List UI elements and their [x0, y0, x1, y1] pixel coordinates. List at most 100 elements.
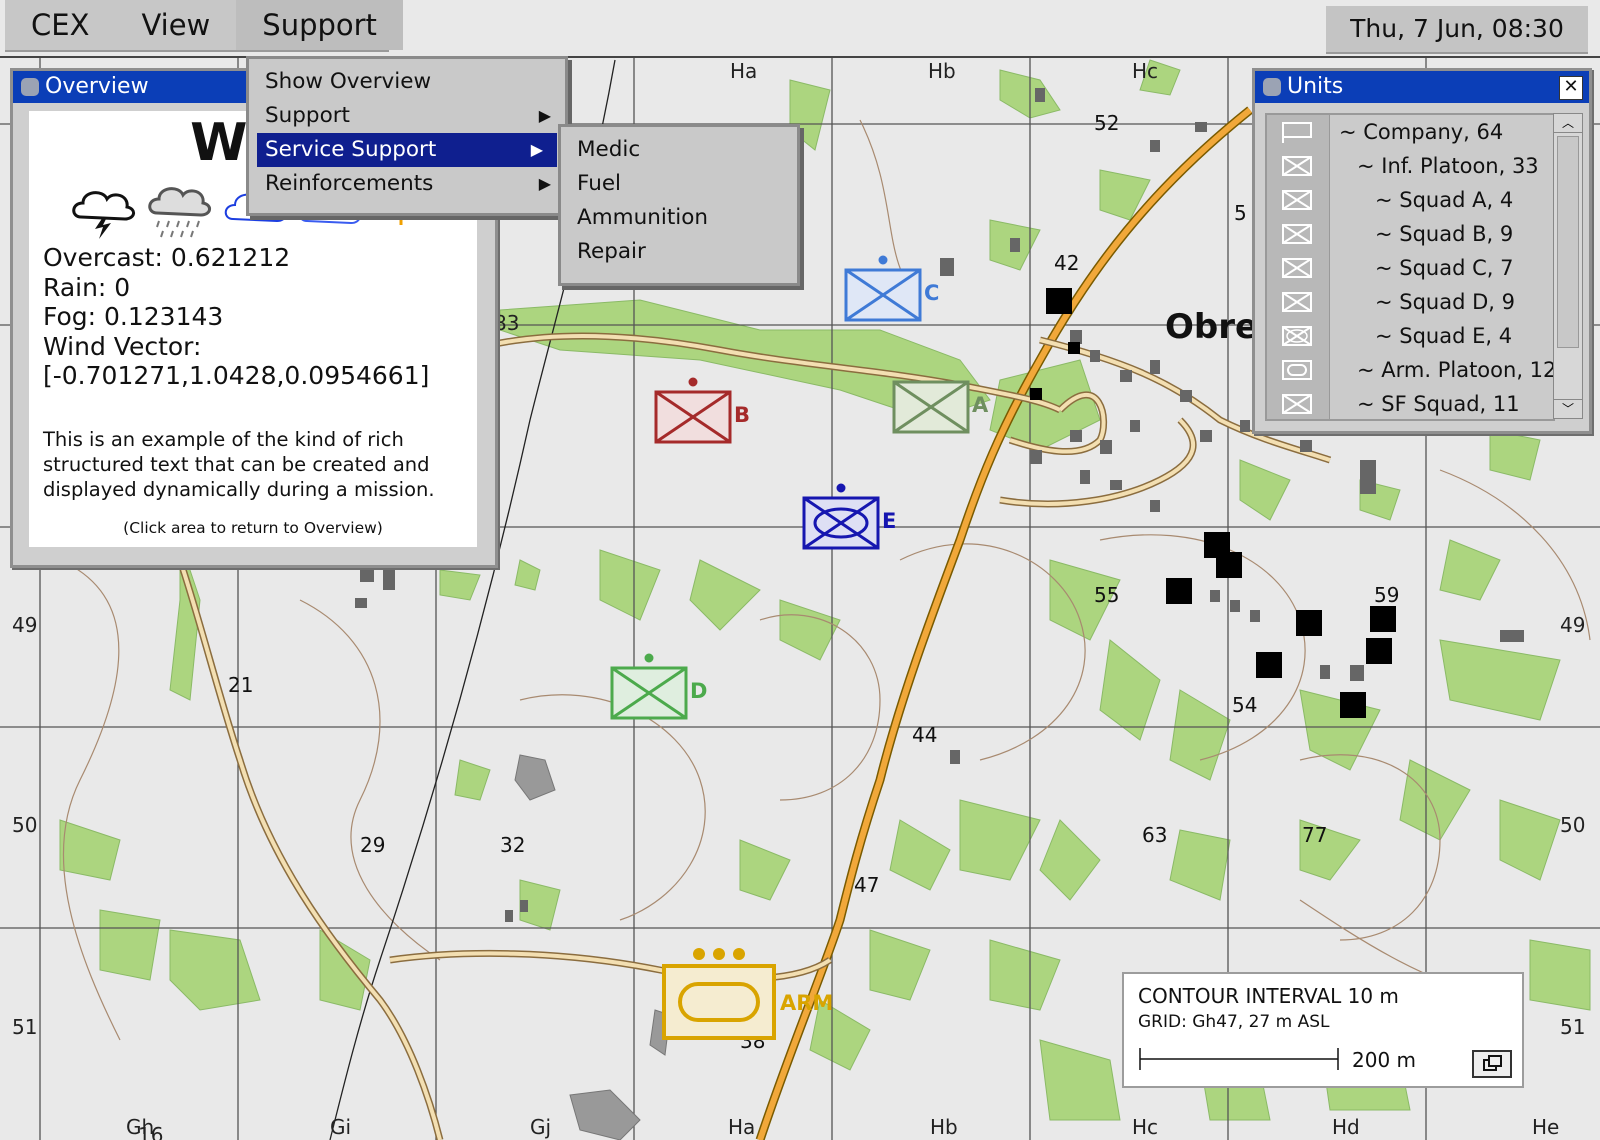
town-label: Obre: [1165, 307, 1258, 347]
menu-view[interactable]: View: [115, 0, 236, 50]
elev-29: 29: [360, 833, 385, 857]
submenu-arrow-icon: ▶: [538, 106, 551, 125]
mech-infantry-icon: [1282, 326, 1312, 346]
scroll-thumb[interactable]: [1557, 136, 1579, 348]
grid-label-bottom-hc: Hc: [1132, 1115, 1158, 1139]
restore-icon[interactable]: [1472, 1050, 1512, 1078]
elev-59: 59: [1374, 583, 1399, 607]
menu-support[interactable]: Support: [236, 0, 403, 50]
unit-row[interactable]: ~ Squad D, 9: [1267, 285, 1553, 319]
support-dropdown: Show Overview Support ▶ Service Support ▶ …: [246, 56, 568, 216]
overview-description: This is an example of the kind of rich s…: [43, 428, 435, 501]
rain-icon: [148, 187, 211, 238]
scale-bar: [1139, 1048, 1339, 1070]
grid-label-top-ha: Ha: [730, 59, 757, 83]
unit-row[interactable]: ~ Arm. Platoon, 12: [1267, 353, 1557, 387]
service-support-submenu: Medic Fuel Ammunition Repair: [558, 124, 800, 286]
menu-item-label: Reinforcements: [265, 171, 434, 196]
grid-label-bottom-hb: Hb: [930, 1115, 958, 1139]
unit-label: ~ Squad E, 4: [1375, 324, 1513, 348]
close-icon[interactable]: ✕: [1559, 76, 1583, 100]
menu-item-ammunition[interactable]: Ammunition: [561, 201, 797, 235]
unit-label: ~ Squad C, 7: [1375, 256, 1514, 280]
window-menu-icon[interactable]: [1263, 78, 1281, 96]
menu-item-label: Show Overview: [265, 69, 432, 94]
menu-cex[interactable]: CEX: [5, 0, 115, 50]
units-window: Units ✕ ~ Company, 64 ~ Inf. Platoon, 33 ~…: [1252, 68, 1592, 434]
menu-item-service-support[interactable]: Service Support ▶: [257, 133, 557, 167]
elev-47: 47: [854, 873, 879, 897]
menubar: CEX View Support: [5, 0, 403, 52]
clock-display: Thu, 7 Jun, 08:30: [1326, 6, 1588, 54]
thunderstorm-icon: [72, 191, 135, 239]
svg-text:B: B: [734, 403, 750, 427]
unit-label: ~ Squad A, 4: [1375, 188, 1514, 212]
grid-label-bottom-hd: Hd: [1332, 1115, 1360, 1139]
unit-row[interactable]: ~ SF Squad, 11: [1267, 387, 1553, 421]
units-titlebar[interactable]: Units ✕: [1255, 71, 1589, 103]
elev-63: 63: [1142, 823, 1167, 847]
stray-label-16: 16: [138, 1123, 163, 1140]
svg-text:A: A: [972, 393, 989, 417]
grid-label-bottom-he: He: [1532, 1115, 1559, 1139]
overview-title: Overview: [45, 74, 149, 99]
menu-item-label: Support: [265, 103, 350, 128]
menu-item-fuel[interactable]: Fuel: [561, 167, 797, 201]
menu-item-show-overview[interactable]: Show Overview: [249, 65, 565, 99]
unit-row[interactable]: ~ Squad E, 4: [1267, 319, 1553, 353]
weather-stats: Overcast: 0.621212 Rain: 0 Fog: 0.123143…: [43, 243, 429, 391]
menu-item-label: Service Support: [265, 137, 437, 162]
infantry-icon: [1282, 190, 1312, 210]
elev-52: 52: [1094, 111, 1119, 135]
infantry-icon: [1282, 156, 1312, 176]
grid-label-left-50: 50: [12, 813, 37, 837]
scale-label: 200 m: [1352, 1048, 1417, 1072]
svg-text:C: C: [924, 281, 939, 305]
menu-item-reinforcements[interactable]: Reinforcements ▶: [249, 167, 565, 201]
menu-item-medic[interactable]: Medic: [561, 133, 797, 167]
unit-row[interactable]: ~ Inf. Platoon, 33: [1267, 149, 1553, 183]
unit-row[interactable]: ~ Squad C, 7: [1267, 251, 1553, 285]
unit-row[interactable]: ~ Squad B, 9: [1267, 217, 1553, 251]
units-scrollbar[interactable]: ︿ ﹀: [1553, 113, 1583, 419]
elev-42: 42: [1054, 251, 1079, 275]
fog-value: Fog: 0.123143: [43, 302, 224, 331]
unit-label: ~ Arm. Platoon, 12: [1357, 358, 1557, 382]
window-menu-icon[interactable]: [21, 78, 39, 96]
armor-icon: [1282, 360, 1312, 380]
unit-label: ~ Inf. Platoon, 33: [1357, 154, 1539, 178]
menu-item-repair[interactable]: Repair: [561, 235, 797, 269]
unit-row[interactable]: ~ Company, 64: [1267, 115, 1553, 149]
svg-text:ARM: ARM: [780, 991, 833, 1015]
map-legend: CONTOUR INTERVAL 10 m GRID: Gh47, 27 m A…: [1122, 972, 1524, 1088]
scroll-up-icon[interactable]: ︿: [1554, 114, 1582, 133]
grid-label-bottom-gi: Gi: [330, 1115, 351, 1139]
svg-text:E: E: [882, 509, 896, 533]
rain-value: Rain: 0: [43, 272, 131, 302]
grid-label-top-hc: Hc: [1132, 59, 1158, 83]
grid-label-left-51: 51: [12, 1015, 37, 1039]
grid-label-bottom-ha: Ha: [728, 1115, 755, 1139]
wind-value: [-0.701271,1.0428,0.0954661]: [43, 361, 430, 390]
scroll-down-icon[interactable]: ﹀: [1554, 399, 1582, 418]
grid-position: GRID: Gh47, 27 m ASL: [1138, 1012, 1330, 1032]
svg-text:D: D: [690, 679, 707, 703]
infantry-icon: [1282, 292, 1312, 312]
menu-item-support[interactable]: Support ▶: [249, 99, 565, 133]
unit-row[interactable]: ~ Squad A, 4: [1267, 183, 1553, 217]
grid-label-right-49: 49: [1560, 613, 1585, 637]
submenu-arrow-icon: ▶: [538, 174, 551, 193]
return-to-overview-hint[interactable]: (Click area to return to Overview): [29, 519, 477, 537]
units-title: Units: [1287, 74, 1344, 99]
elev-5: 5: [1234, 201, 1247, 225]
units-tree: ~ Company, 64 ~ Inf. Platoon, 33 ~ Squad A…: [1265, 113, 1557, 421]
elev-32: 32: [500, 833, 525, 857]
infantry-icon: [1282, 258, 1312, 278]
elev-77: 77: [1302, 823, 1327, 847]
unit-label: ~ Squad B, 9: [1375, 222, 1514, 246]
elev-55: 55: [1094, 583, 1119, 607]
elev-21: 21: [228, 673, 253, 697]
unit-label: ~ Company, 64: [1339, 120, 1504, 144]
hq-flag-icon: [1282, 122, 1312, 143]
menubar-divider: [0, 56, 1600, 58]
